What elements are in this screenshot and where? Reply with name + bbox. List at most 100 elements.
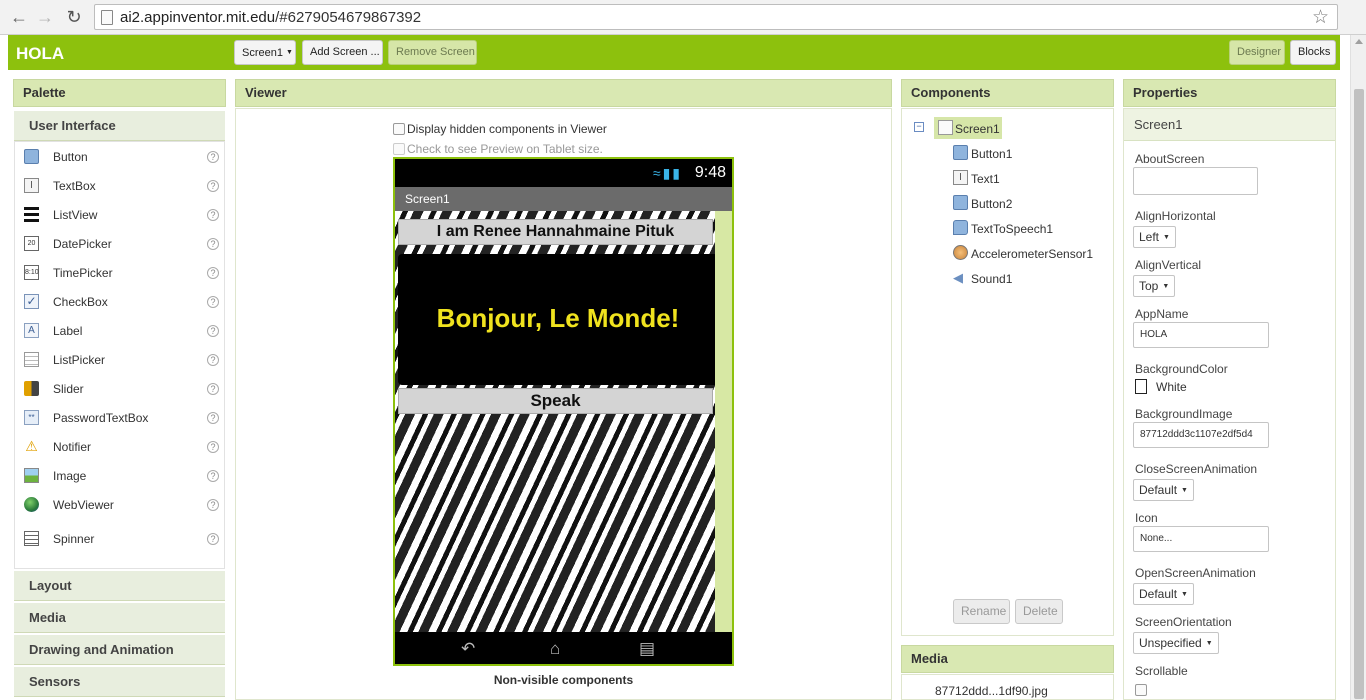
prop-alignvertical-label: AlignVertical: [1135, 258, 1202, 272]
component-accelerometersensor1[interactable]: AccelerometerSensor1: [953, 242, 1103, 264]
label-icon: A: [24, 323, 39, 338]
help-icon[interactable]: ?: [207, 412, 219, 424]
prop-backgroundimage-input[interactable]: 87712ddd3c1107e2df5d4: [1133, 422, 1269, 448]
palette-item-webviewer[interactable]: WebViewer ?: [15, 492, 224, 518]
palette-item-timepicker[interactable]: 8:10 TimePicker ?: [15, 260, 224, 286]
component-button1[interactable]: Button1: [953, 142, 1093, 164]
arrow-left-icon[interactable]: ←: [8, 6, 30, 28]
dropdown-value: Unspecified: [1139, 636, 1202, 650]
checkbox-box[interactable]: [393, 143, 405, 155]
palette-item-passwordtextbox[interactable]: ** PasswordTextBox ?: [15, 405, 224, 431]
prop-appname-input[interactable]: HOLA: [1133, 322, 1269, 348]
add-screen-button[interactable]: Add Screen ...: [302, 40, 383, 65]
prop-backgroundcolor-value[interactable]: White: [1156, 380, 1187, 394]
media-file[interactable]: 87712ddd...1df90.jpg: [935, 684, 1048, 698]
media-header: Media: [901, 645, 1114, 673]
blocks-button[interactable]: Blocks: [1290, 40, 1336, 65]
screen-icon: [938, 120, 953, 135]
chevron-down-icon: ▼: [1205, 640, 1213, 647]
page-scrollbar[interactable]: [1350, 35, 1366, 700]
delete-button[interactable]: Delete: [1015, 599, 1063, 624]
checkbox-box[interactable]: [1135, 684, 1147, 696]
help-icon[interactable]: ?: [207, 533, 219, 545]
palette-item-notifier[interactable]: ⚠ Notifier ?: [15, 434, 224, 460]
arrow-right-icon[interactable]: →: [34, 6, 56, 28]
palette-item-label: ListView: [53, 208, 98, 222]
component-sound1[interactable]: ◀ Sound1: [953, 267, 1093, 289]
help-icon[interactable]: ?: [207, 209, 219, 221]
button2-preview[interactable]: Speak: [398, 388, 713, 414]
help-icon[interactable]: ?: [207, 151, 219, 163]
help-icon[interactable]: ?: [207, 354, 219, 366]
prop-aboutscreen-label: AboutScreen: [1135, 152, 1205, 166]
chevron-down-icon: ▼: [1181, 487, 1188, 494]
recent-apps-icon: ▤: [639, 639, 656, 658]
palette-item-spinner[interactable]: Spinner ?: [15, 526, 224, 552]
prop-alignvertical-dropdown[interactable]: Top ▼: [1133, 275, 1176, 297]
help-icon[interactable]: ?: [207, 470, 219, 482]
prop-icon-label: Icon: [1135, 511, 1158, 525]
prop-alignhorizontal-dropdown[interactable]: Left ▼: [1133, 226, 1176, 248]
prop-openscreenanimation-dropdown[interactable]: Default ▼: [1133, 583, 1194, 605]
prop-closescreenanimation-dropdown[interactable]: Default ▼: [1133, 479, 1194, 501]
palette-item-datepicker[interactable]: 20 DatePicker ?: [15, 231, 224, 257]
prop-screenorientation-dropdown[interactable]: Unspecified ▼: [1133, 632, 1219, 654]
help-icon[interactable]: ?: [207, 180, 219, 192]
rename-button[interactable]: Rename: [953, 599, 1010, 624]
component-texttospeech1[interactable]: TextToSpeech1: [953, 217, 1093, 239]
color-swatch[interactable]: [1135, 379, 1147, 394]
palette-item-listpicker[interactable]: ListPicker ?: [15, 347, 224, 373]
display-hidden-checkbox[interactable]: Display hidden components in Viewer: [393, 122, 607, 136]
help-icon[interactable]: ?: [207, 499, 219, 511]
button1-preview[interactable]: I am Renee Hannahmaine Pituk: [398, 219, 713, 245]
help-icon[interactable]: ?: [207, 325, 219, 337]
screen-select-dropdown[interactable]: Screen1 ▼: [234, 40, 296, 65]
properties-header: Properties: [1123, 79, 1336, 107]
remove-screen-button[interactable]: Remove Screen: [388, 40, 477, 65]
help-icon[interactable]: ?: [207, 296, 219, 308]
component-label: Text1: [971, 172, 1000, 186]
viewer-header: Viewer: [235, 79, 892, 107]
palette-item-checkbox[interactable]: ✓ CheckBox ?: [15, 289, 224, 315]
help-icon[interactable]: ?: [207, 383, 219, 395]
label-preview-text: Bonjour, Le Monde!: [436, 303, 680, 333]
palette-item-image[interactable]: Image ?: [15, 463, 224, 489]
palette-item-textbox[interactable]: I TextBox ?: [15, 173, 224, 199]
component-button2[interactable]: Button2: [953, 192, 1093, 214]
tablet-preview-checkbox[interactable]: Check to see Preview on Tablet size.: [393, 142, 603, 156]
address-bar[interactable]: ai2.appinventor.mit.edu/#627905467986739…: [94, 4, 1338, 30]
help-icon[interactable]: ?: [207, 238, 219, 250]
palette-item-slider[interactable]: Slider ?: [15, 376, 224, 402]
palette-item-label[interactable]: A Label ?: [15, 318, 224, 344]
reload-icon[interactable]: ↻: [63, 6, 85, 28]
help-icon[interactable]: ?: [207, 441, 219, 453]
star-icon[interactable]: ☆: [1312, 6, 1329, 29]
component-screen1[interactable]: Screen1: [934, 117, 1002, 139]
listview-icon: [24, 207, 39, 222]
palette-item-button[interactable]: Button ?: [15, 144, 224, 170]
palette-item-listview[interactable]: ListView ?: [15, 202, 224, 228]
component-label: Screen1: [955, 122, 1000, 136]
scroll-up-icon[interactable]: [1355, 39, 1363, 44]
palette-item-label: WebViewer: [53, 498, 114, 512]
help-icon[interactable]: ?: [207, 267, 219, 279]
label-preview[interactable]: Bonjour, Le Monde!: [398, 254, 715, 385]
palette-item-label: CheckBox: [53, 295, 108, 309]
component-label: Button2: [971, 197, 1013, 211]
checkbox-box[interactable]: [393, 123, 405, 135]
palette-section-drawing-animation[interactable]: Drawing and Animation: [14, 635, 225, 665]
designer-button[interactable]: Designer: [1229, 40, 1285, 65]
prop-scrollable-checkbox[interactable]: [1135, 683, 1149, 697]
palette-section-layout[interactable]: Layout: [14, 571, 225, 601]
collapse-icon[interactable]: −: [914, 122, 924, 132]
phone-screen-background[interactable]: I am Renee Hannahmaine Pituk Bonjour, Le…: [395, 211, 715, 632]
palette-section-sensors[interactable]: Sensors: [14, 667, 225, 697]
prop-aboutscreen-input[interactable]: [1133, 167, 1258, 195]
phone-nav-bar: ↶ ⌂ ▤: [395, 632, 732, 664]
palette-section-user-interface[interactable]: User Interface: [14, 111, 225, 141]
palette-section-media[interactable]: Media: [14, 603, 225, 633]
scroll-thumb[interactable]: [1354, 89, 1364, 699]
component-text1[interactable]: I Text1: [953, 167, 1093, 189]
prop-icon-input[interactable]: None...: [1133, 526, 1269, 552]
palette-item-label: Notifier: [53, 440, 92, 454]
